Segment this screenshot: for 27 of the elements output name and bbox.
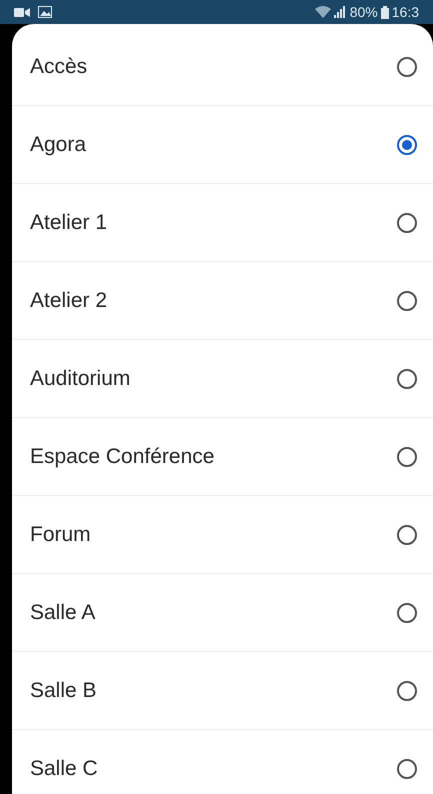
radio-button[interactable] bbox=[397, 680, 417, 700]
radio-option[interactable]: Auditorium bbox=[12, 340, 433, 418]
video-camera-icon bbox=[14, 6, 30, 18]
radio-button[interactable] bbox=[397, 212, 417, 232]
radio-option[interactable]: Accès bbox=[12, 28, 433, 106]
radio-button[interactable] bbox=[397, 446, 417, 466]
radio-button[interactable] bbox=[397, 56, 417, 76]
radio-option[interactable]: Forum bbox=[12, 496, 433, 574]
image-icon bbox=[38, 6, 52, 18]
signal-icon bbox=[334, 6, 346, 18]
radio-option[interactable]: Atelier 1 bbox=[12, 184, 433, 262]
radio-button[interactable] bbox=[397, 290, 417, 310]
radio-option[interactable]: Salle B bbox=[12, 652, 433, 730]
radio-button[interactable] bbox=[397, 602, 417, 622]
radio-button[interactable] bbox=[397, 524, 417, 544]
battery-icon bbox=[380, 6, 389, 18]
battery-percent: 80% bbox=[350, 2, 378, 22]
radio-option[interactable]: Salle A bbox=[12, 574, 433, 652]
radio-option[interactable]: Espace Conférence bbox=[12, 418, 433, 496]
radio-option[interactable]: Atelier 2 bbox=[12, 262, 433, 340]
clock-time: 16:3 bbox=[392, 2, 419, 22]
radio-option[interactable]: Agora bbox=[12, 106, 433, 184]
radio-button[interactable] bbox=[397, 759, 417, 779]
radio-option[interactable]: Salle C bbox=[12, 730, 433, 794]
wifi-icon bbox=[314, 6, 331, 18]
radio-button[interactable] bbox=[397, 368, 417, 388]
radio-button[interactable] bbox=[397, 134, 417, 154]
